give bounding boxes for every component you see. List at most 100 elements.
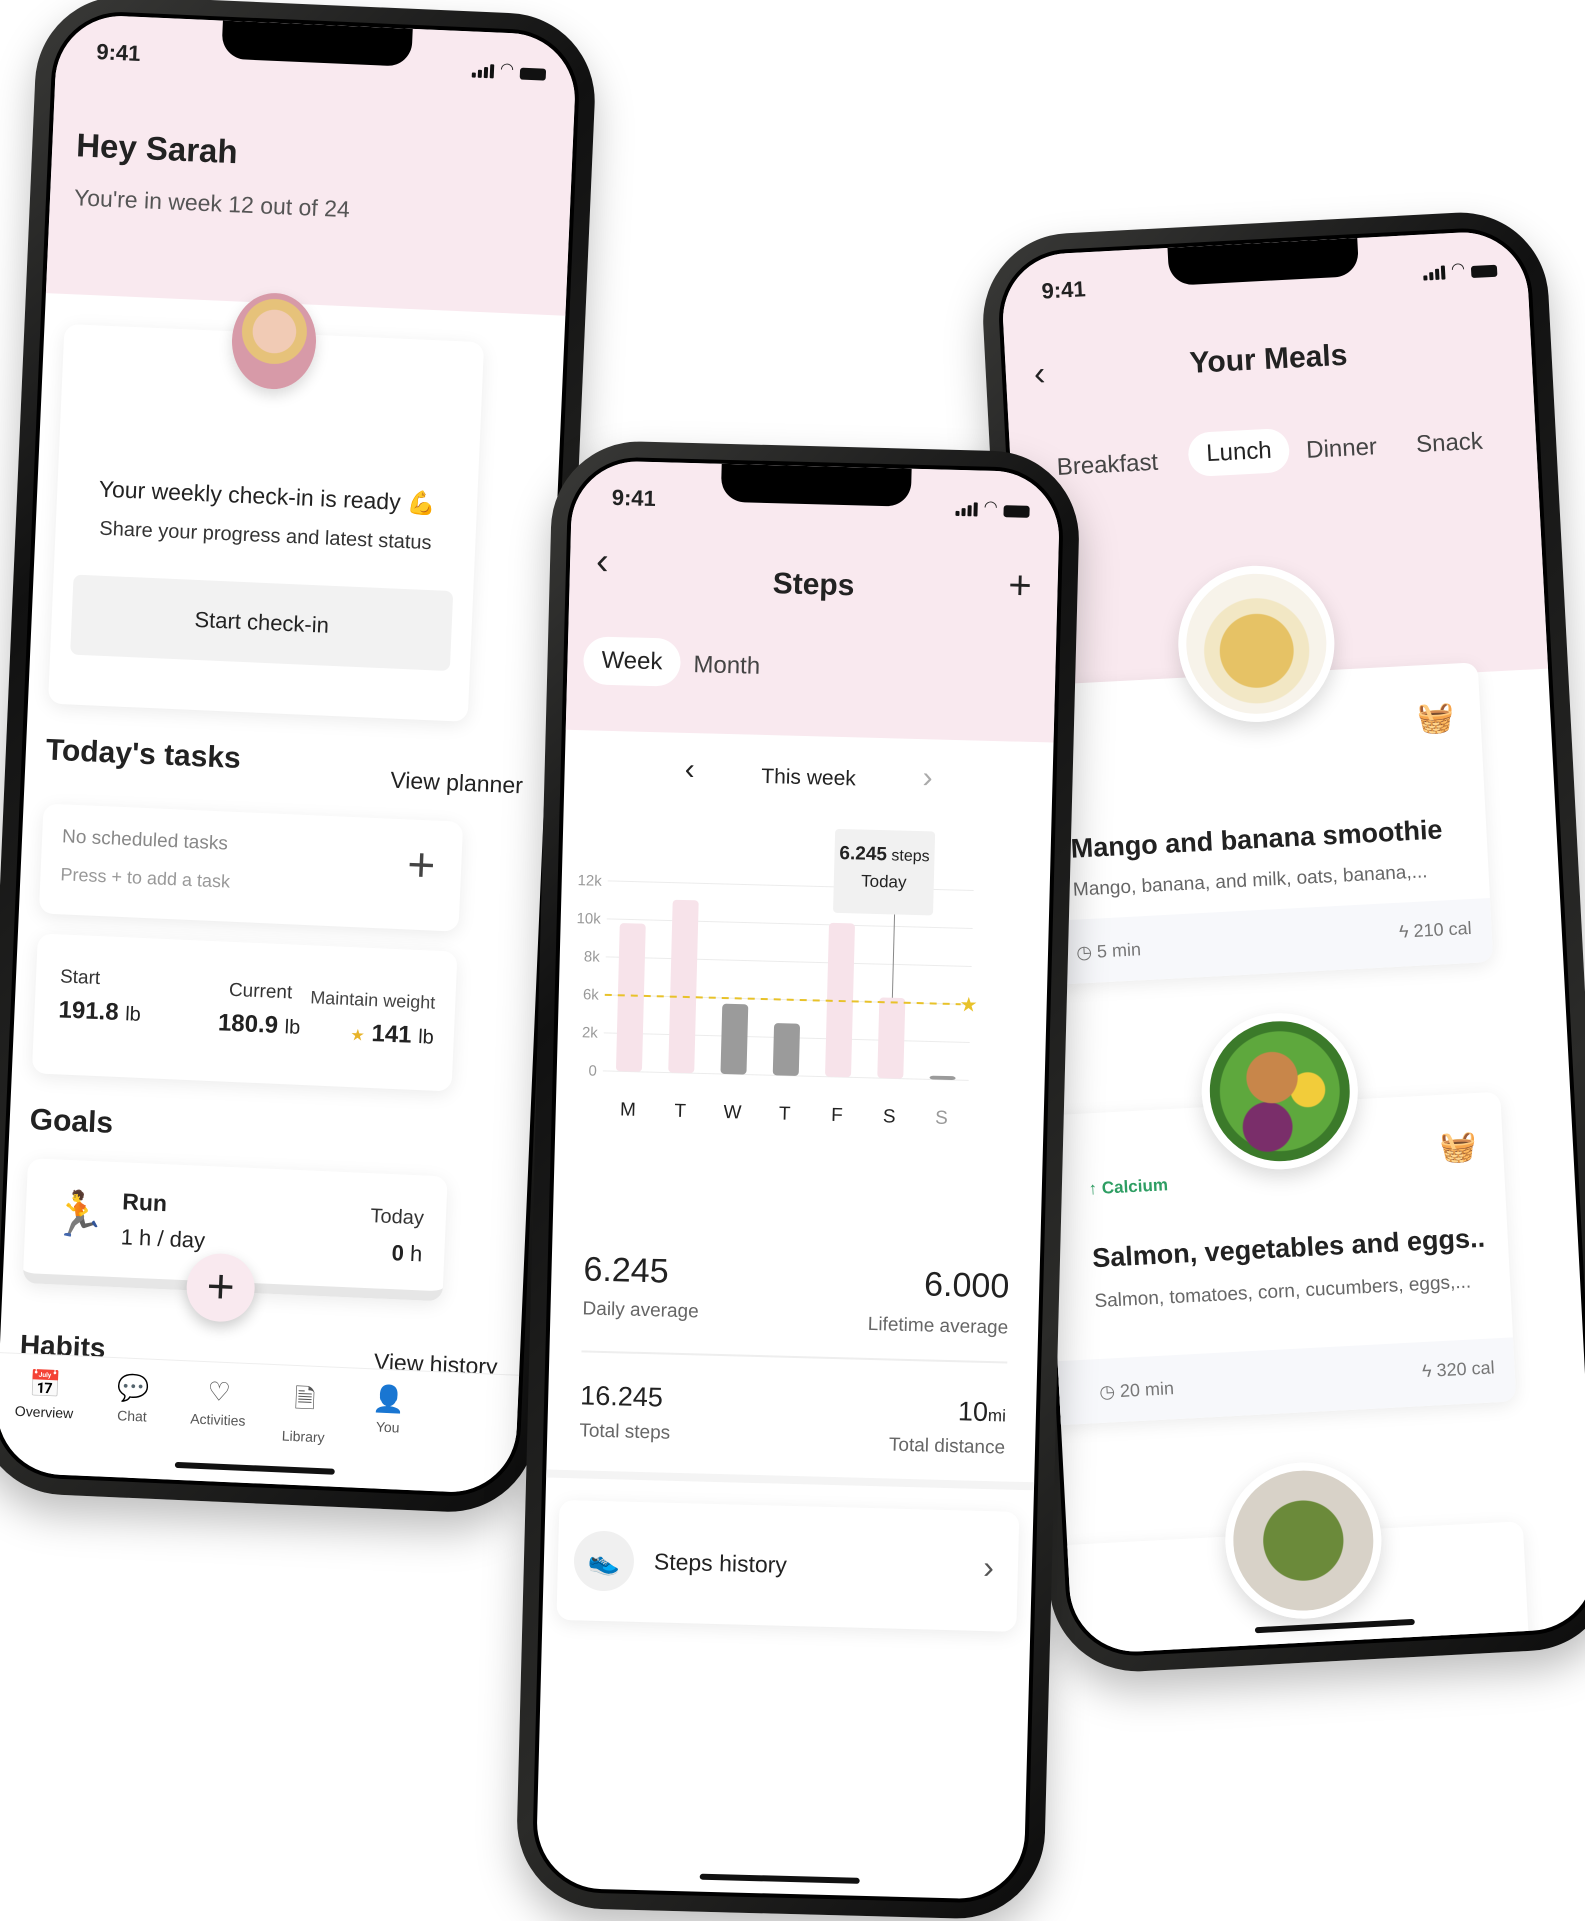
runner-icon: 🏃 [50,1189,108,1241]
status-icons: ◠ [955,496,1030,518]
tab-lunch[interactable]: Lunch [1187,427,1291,478]
meal-name: Salmon, vegetables and eggs.. [1091,1222,1486,1274]
phone-steps: 9:41 ◠ ‹ Steps + Week Month ‹ This week … [514,439,1082,1921]
current-label: Current [228,979,293,1004]
bar[interactable] [772,1023,800,1076]
lifetime-average-value: 6.000 [923,1265,1010,1306]
y-tick-label: 6k [583,986,600,1003]
tab-activities[interactable]: ♡ Activities [183,1375,255,1429]
tab-library[interactable]: 🗎 Library [268,1379,341,1446]
distance-unit: mi [987,1406,1007,1426]
signal-icon [1423,265,1446,281]
steps-history-label: Steps history [653,1548,788,1578]
tooltip-label: Today [860,871,907,892]
wifi-icon: ◠ [983,498,998,516]
tab-week[interactable]: Week [582,636,682,687]
add-task-plus-icon[interactable]: + [406,838,436,892]
tab-dinner[interactable]: Dinner [1306,433,1378,465]
checkin-title: Your weekly check-in is ready 💪 [98,475,437,517]
bar[interactable] [720,1003,749,1075]
tab-snack[interactable]: Snack [1415,428,1483,459]
goal-target: 1 h / day [120,1224,206,1253]
meals-screen: 9:41 ◠ ‹ Your Meals Breakfast Lunch Dinn… [995,224,1585,1660]
star-icon: ★ [350,1027,366,1045]
start-checkin-button[interactable]: Start check-in [70,574,454,672]
today-value: 0 [391,1240,405,1266]
tooltip-unit: steps [891,847,930,866]
battery-icon [519,67,547,81]
add-plus-icon[interactable]: + [1008,563,1033,609]
x-tick-label: T [674,1101,687,1122]
heart-pulse-icon: ♡ [206,1376,232,1408]
greeting: Hey Sarah [75,126,239,171]
tab-you[interactable]: 👤 You [352,1383,424,1437]
bar[interactable] [929,1075,956,1080]
divider [581,1350,1008,1364]
y-tick-label: 8k [584,948,601,965]
checkin-subtitle: Share your progress and latest status [98,517,433,555]
shoe-icon: 👟 [573,1530,635,1592]
daily-average-label: Daily average [582,1298,699,1323]
overview-screen: 9:41 ◠ Hey Sarah You're in week 12 out o… [0,9,582,1499]
tab-overview[interactable]: 📅 Overview [9,1368,81,1422]
signal-icon [471,63,495,79]
basket-check-icon[interactable]: 🧺 [1439,1129,1478,1166]
meal-time: 20 min [1119,1378,1175,1401]
weight-card: Start 191.8 lb Current 180.9 lb Maintain… [31,933,458,1092]
goal-name: Run [121,1188,168,1217]
total-steps-value: 16.245 [579,1380,664,1413]
basket-check-icon[interactable]: 🧺 [1416,700,1455,737]
total-distance-label: Total distance [888,1434,1006,1459]
lifetime-average-label: Lifetime average [867,1313,1009,1339]
bar[interactable] [877,997,906,1079]
steps-screen: 9:41 ◠ ‹ Steps + Week Month ‹ This week … [531,455,1065,1905]
lightning-icon: ϟ [1421,1360,1433,1382]
next-week-chevron-icon[interactable]: › [922,761,933,795]
daily-average-value: 6.245 [583,1250,670,1291]
wifi-icon: ◠ [499,60,515,79]
phone-meals: 9:41 ◠ ‹ Your Meals Breakfast Lunch Dinn… [978,208,1585,1676]
tab-chat[interactable]: 💬 Chat [97,1371,169,1425]
goal-label: Maintain weight [309,987,436,1013]
bar[interactable] [668,899,699,1074]
calendar-check-icon: 📅 [28,1368,63,1400]
start-label: Start [59,966,101,990]
y-tick-label: 10k [576,910,601,928]
divider [546,1469,1035,1491]
tab-month[interactable]: Month [693,651,760,681]
todays-tasks-heading: Today's tasks [45,733,242,776]
meal-ingredients: Salmon, tomatoes, corn, cucumbers, eggs,… [1093,1271,1472,1313]
battery-icon [1470,264,1498,279]
y-tick-label: 0 [588,1062,597,1079]
unit: lb [124,1003,142,1026]
wifi-icon: ◠ [1450,260,1466,279]
bottom-tab-bar: 📅 Overview 💬 Chat ♡ Activities 🗎 Library 👤 Yo… [0,1352,520,1495]
current-weight: 180.9 [217,1009,279,1039]
tab-breakfast[interactable]: Breakfast [1056,449,1159,482]
total-steps-label: Total steps [579,1420,671,1444]
x-tick-label: M [620,1099,636,1120]
chart-tooltip: 6.245 steps Today [833,828,936,916]
start-weight: 191.8 [58,996,120,1026]
x-tick-label: T [779,1103,792,1124]
avatar [229,291,319,391]
unit: lb [284,1016,301,1039]
x-tick-label: W [723,1102,742,1123]
add-task-hint: Press + to add a task [60,864,231,892]
y-tick-label: 12k [577,872,602,890]
arrow-up-icon: ↑ [1088,1178,1098,1199]
phone-overview: 9:41 ◠ Hey Sarah You're in week 12 out o… [0,0,599,1516]
no-tasks-text: No scheduled tasks [61,826,229,855]
meal-name: Mango and banana smoothie [1070,814,1444,864]
tooltip-pointer [891,914,896,998]
checkin-card: Your weekly check-in is ready 💪 Share yo… [47,291,485,722]
period-label: This week [760,764,857,791]
gridline [605,956,972,967]
steps-history-button[interactable]: 👟 Steps history › [556,1499,1020,1632]
view-planner-link[interactable]: View planner [390,767,524,800]
status-icons: ◠ [471,57,547,81]
home-indicator [699,1873,860,1884]
status-time: 9:41 [95,39,142,66]
meal-time: 5 min [1096,939,1142,962]
bar[interactable] [616,923,646,1072]
